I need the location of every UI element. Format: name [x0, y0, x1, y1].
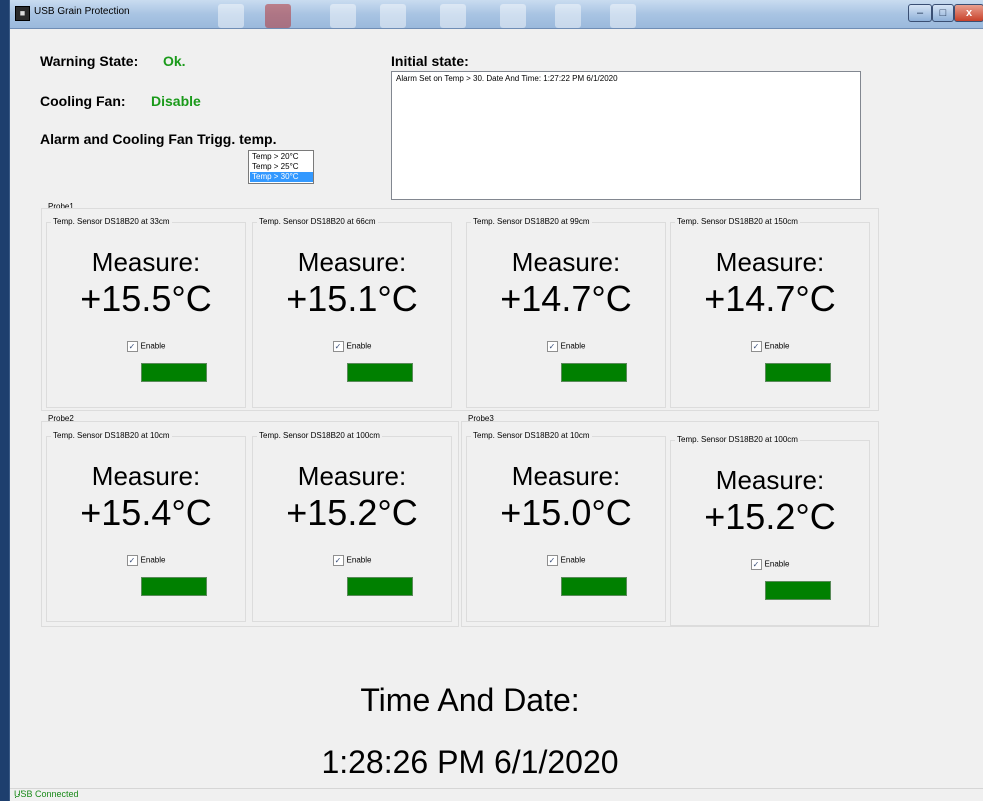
measure-label: Measure: [91, 461, 201, 491]
temperature-value: +14.7°C [500, 278, 632, 319]
warning-state-value: Ok. [163, 53, 186, 69]
measure-label: Measure: [511, 461, 621, 491]
sensor-title: Temp. Sensor DS18B20 at 10cm [471, 431, 592, 440]
enable-label: Enable [560, 341, 586, 351]
sensor-title: Temp. Sensor DS18B20 at 66cm [257, 217, 378, 226]
checkbox-checked-icon[interactable]: ✓ [750, 341, 762, 352]
temperature-value: +15.5°C [80, 278, 212, 319]
sensor-panel: Temp. Sensor DS18B20 at 33cm Measure: +1… [46, 217, 246, 408]
trigger-option[interactable]: Temp > 25°C [250, 162, 313, 172]
measure-label: Measure: [297, 247, 407, 277]
measure-label: Measure: [715, 247, 825, 277]
status-indicator [561, 363, 627, 382]
maximize-button[interactable]: □ [932, 4, 954, 22]
measure-label: Measure: [91, 247, 201, 277]
main-content: Warning State: Ok. Cooling Fan: Disable … [10, 28, 983, 788]
enable-label: Enable [346, 341, 372, 351]
sensor-panel: Temp. Sensor DS18B20 at 100cm Measure: +… [670, 435, 870, 626]
measure-label: Measure: [715, 465, 825, 495]
checkbox-checked-icon[interactable]: ✓ [750, 559, 762, 570]
log-line: Alarm Set on Temp > 30. Date And Time: 1… [396, 74, 618, 83]
enable-checkbox[interactable]: ✓ Enable [47, 555, 245, 566]
taskbar-ghost [265, 4, 291, 28]
temperature-value: +15.4°C [80, 492, 212, 533]
status-indicator [561, 577, 627, 596]
status-indicator [765, 363, 831, 382]
checkbox-checked-icon[interactable]: ✓ [546, 555, 558, 566]
trigger-temp-listbox[interactable]: Temp > 20°C Temp > 25°C Temp > 30°C [248, 150, 314, 184]
enable-label: Enable [560, 555, 586, 565]
trigger-temp-label: Alarm and Cooling Fan Trigg. temp. [40, 131, 277, 147]
status-indicator [141, 363, 207, 382]
checkbox-checked-icon[interactable]: ✓ [546, 341, 558, 352]
close-button[interactable]: x [954, 4, 983, 22]
taskbar-ghost [500, 4, 526, 28]
initial-state-label: Initial state: [391, 53, 469, 69]
status-bar: USB Connected ⋰ [10, 788, 983, 801]
status-indicator [347, 363, 413, 382]
temperature-value: +14.7°C [704, 278, 836, 319]
taskbar-ghost [380, 4, 406, 28]
sensor-title: Temp. Sensor DS18B20 at 100cm [675, 435, 800, 444]
temperature-value: +15.2°C [704, 496, 836, 537]
enable-checkbox[interactable]: ✓ Enable [253, 341, 451, 352]
temperature-value: +15.0°C [500, 492, 632, 533]
cooling-fan-value: Disable [151, 93, 201, 109]
enable-label: Enable [346, 555, 372, 565]
sensor-title: Temp. Sensor DS18B20 at 33cm [51, 217, 172, 226]
enable-label: Enable [764, 341, 790, 351]
title-bar[interactable]: ■ USB Grain Protection – □ x [10, 0, 983, 29]
enable-label: Enable [140, 555, 166, 565]
initial-state-log[interactable]: Alarm Set on Temp > 30. Date And Time: 1… [391, 71, 861, 200]
taskbar-ghost [610, 4, 636, 28]
sensor-panel: Temp. Sensor DS18B20 at 99cm Measure: +1… [466, 217, 666, 408]
checkbox-checked-icon[interactable]: ✓ [126, 555, 138, 566]
sensor-panel: Temp. Sensor DS18B20 at 10cm Measure: +1… [46, 431, 246, 622]
enable-label: Enable [764, 559, 790, 569]
time-date-value: 1:28:26 PM 6/1/2020 [321, 744, 619, 780]
enable-checkbox[interactable]: ✓ Enable [47, 341, 245, 352]
app-icon: ■ [15, 6, 30, 21]
sensor-title: Temp. Sensor DS18B20 at 150cm [675, 217, 800, 226]
status-indicator [347, 577, 413, 596]
minimize-button[interactable]: – [908, 4, 932, 22]
checkbox-checked-icon[interactable]: ✓ [332, 341, 344, 352]
sensor-panel: Temp. Sensor DS18B20 at 10cm Measure: +1… [466, 431, 666, 622]
taskbar-ghost [330, 4, 356, 28]
enable-label: Enable [140, 341, 166, 351]
status-indicator [765, 581, 831, 600]
taskbar-ghost [218, 4, 244, 28]
enable-checkbox[interactable]: ✓ Enable [467, 341, 665, 352]
temperature-value: +15.2°C [286, 492, 418, 533]
sensor-title: Temp. Sensor DS18B20 at 100cm [257, 431, 382, 440]
measure-label: Measure: [297, 461, 407, 491]
sensor-panel: Temp. Sensor DS18B20 at 100cm Measure: +… [252, 431, 452, 622]
trigger-option[interactable]: Temp > 20°C [250, 152, 313, 162]
taskbar-ghost [440, 4, 466, 28]
sensor-panel: Temp. Sensor DS18B20 at 150cm Measure: +… [670, 217, 870, 408]
enable-checkbox[interactable]: ✓ Enable [253, 555, 451, 566]
enable-checkbox[interactable]: ✓ Enable [467, 555, 665, 566]
time-date-label: Time And Date: [360, 682, 580, 718]
trigger-option-selected[interactable]: Temp > 30°C [250, 172, 313, 182]
status-indicator [141, 577, 207, 596]
cooling-fan-label: Cooling Fan: [40, 93, 126, 109]
measure-label: Measure: [511, 247, 621, 277]
resize-grip-icon[interactable]: ⋰ [14, 789, 982, 800]
taskbar-ghost [555, 4, 581, 28]
enable-checkbox[interactable]: ✓ Enable [671, 559, 869, 570]
checkbox-checked-icon[interactable]: ✓ [332, 555, 344, 566]
sensor-panel: Temp. Sensor DS18B20 at 66cm Measure: +1… [252, 217, 452, 408]
sensor-title: Temp. Sensor DS18B20 at 99cm [471, 217, 592, 226]
main-window: ■ USB Grain Protection – □ x Warning Sta… [9, 0, 983, 801]
window-title: USB Grain Protection [34, 6, 130, 17]
warning-state-label: Warning State: [40, 53, 139, 69]
enable-checkbox[interactable]: ✓ Enable [671, 341, 869, 352]
sensor-title: Temp. Sensor DS18B20 at 10cm [51, 431, 172, 440]
temperature-value: +15.1°C [286, 278, 418, 319]
checkbox-checked-icon[interactable]: ✓ [126, 341, 138, 352]
